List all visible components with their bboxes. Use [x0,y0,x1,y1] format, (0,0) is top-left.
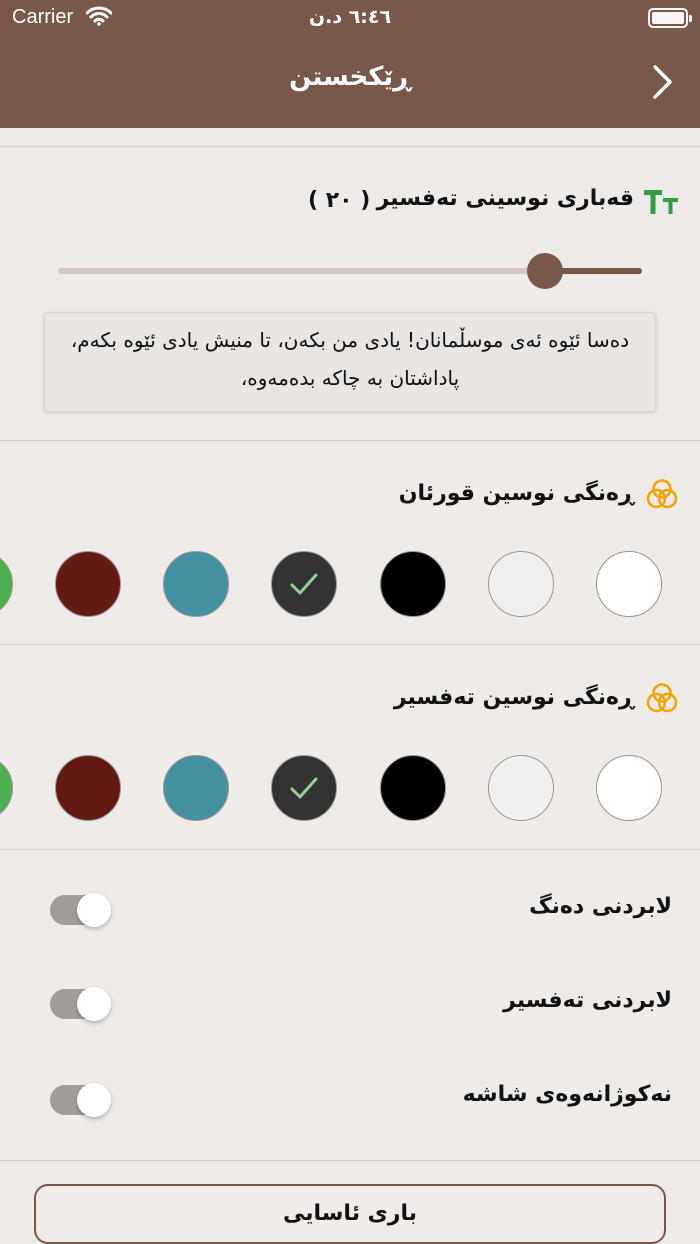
tafsir-color-title: ڕەنگی نوسین تەفسیر [393,685,634,710]
keep-screen-on-toggle[interactable] [50,1083,111,1117]
color-swatch[interactable] [0,755,13,821]
color-rings-icon [646,479,678,509]
section-divider [0,849,700,850]
color-swatch[interactable] [55,551,121,617]
checkmark-icon [290,777,318,799]
font-preview-box: دەسا ئێوە ئەی موسڵمانان! یادی من بکەن، ت… [44,312,656,412]
font-size-value: ( ٢٠ ) [308,188,371,213]
color-swatch[interactable] [380,551,446,617]
color-rings-icon [646,683,678,713]
toggle-knob [77,893,111,927]
mute-sound-label: لابردنی دەنگ [529,894,672,919]
hide-tafsir-label: لابردنی تەفسیر [503,988,672,1013]
color-swatch[interactable] [596,551,662,617]
color-swatch[interactable] [596,755,662,821]
section-divider [0,1160,700,1161]
color-swatch[interactable] [271,755,337,821]
slider-thumb[interactable] [527,253,563,289]
section-divider [0,440,700,441]
color-swatch[interactable] [380,755,446,821]
mute-sound-toggle[interactable] [50,893,111,927]
toggle-knob [77,987,111,1021]
status-bar: Carrier ٦:٤٦ د.ن [0,0,700,40]
chevron-right-icon[interactable] [650,62,676,102]
color-swatch[interactable] [163,551,229,617]
color-swatch[interactable] [163,755,229,821]
quran-color-title: ڕەنگی نوسین قورئان [398,481,634,506]
quran-color-swatches [0,550,700,620]
color-swatch[interactable] [55,755,121,821]
status-time: ٦:٤٦ د.ن [308,6,392,28]
section-divider [0,644,700,645]
nav-bar: ڕێکخستن [0,40,700,128]
tafsir-color-swatches [0,754,700,824]
reset-defaults-button[interactable]: باری ئاسایی [34,1184,666,1244]
color-swatch[interactable] [488,551,554,617]
section-divider [0,146,700,147]
font-size-title: قەباری نوسینی تەفسیر [376,186,634,211]
battery-icon [648,8,692,28]
font-size-slider[interactable] [58,253,642,289]
toggle-knob [77,1083,111,1117]
color-swatch[interactable] [0,551,13,617]
color-swatch[interactable] [488,755,554,821]
hide-tafsir-toggle[interactable] [50,987,111,1021]
text-size-icon [644,190,678,214]
keep-screen-on-label: نەکوژانەوەی شاشە [462,1082,672,1107]
page-title: ڕێکخستن [289,62,411,92]
color-swatch[interactable] [271,551,337,617]
checkmark-icon [290,573,318,595]
